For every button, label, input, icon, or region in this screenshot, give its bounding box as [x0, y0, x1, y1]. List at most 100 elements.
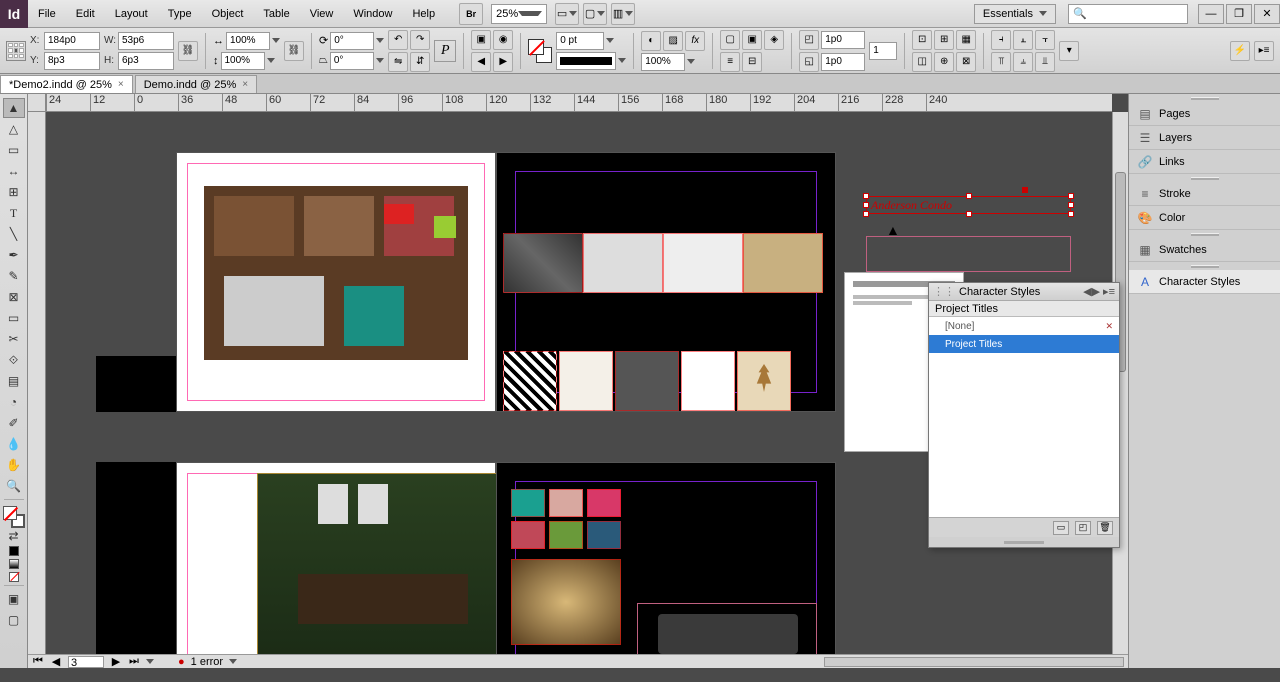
- fit-prop-button[interactable]: ◫: [912, 52, 932, 72]
- workspace-switcher[interactable]: Essentials: [974, 4, 1056, 24]
- preflight-status[interactable]: 1 error: [191, 656, 223, 668]
- effects-button[interactable]: ◐: [641, 31, 661, 51]
- panel-menu-button[interactable]: ▸≡: [1254, 41, 1274, 61]
- height-input[interactable]: 6p3: [118, 52, 174, 70]
- constrain-scale-icon[interactable]: ⛓: [284, 41, 304, 61]
- corner-size-input[interactable]: 1p0: [821, 31, 865, 49]
- stroke-style-combo[interactable]: [556, 52, 616, 70]
- align-right-button[interactable]: ⫟: [1035, 30, 1055, 50]
- horizontal-scrollbar[interactable]: [824, 657, 1124, 667]
- last-page-button[interactable]: ⏭: [128, 655, 140, 668]
- style-group-button[interactable]: ▭: [1053, 521, 1069, 535]
- rotate-ccw-button[interactable]: ↶: [388, 30, 408, 50]
- zoom-level-combo[interactable]: 25%: [491, 4, 547, 24]
- tab-demo2[interactable]: *Demo2.indd @ 25% ×: [0, 75, 133, 93]
- select-next-button[interactable]: ▶: [493, 52, 513, 72]
- pencil-tool[interactable]: ✎: [3, 266, 25, 286]
- direct-selection-tool[interactable]: △: [3, 119, 25, 139]
- ruler-origin[interactable]: [28, 94, 46, 112]
- first-page-button[interactable]: ⏮: [32, 655, 44, 668]
- x-position-input[interactable]: 184p0: [44, 32, 100, 50]
- menu-type[interactable]: Type: [158, 0, 202, 28]
- align-bottom-button[interactable]: ⫫: [1035, 52, 1055, 72]
- quick-apply-button[interactable]: ⚡: [1230, 41, 1250, 61]
- scissors-tool[interactable]: ✂: [3, 329, 25, 349]
- panel-character-styles[interactable]: ACharacter Styles: [1129, 270, 1280, 294]
- opacity-input[interactable]: 100%: [641, 53, 685, 71]
- normal-view-mode[interactable]: ▣: [3, 589, 25, 609]
- tab-demo[interactable]: Demo.indd @ 25% ×: [135, 75, 257, 93]
- panel-color[interactable]: 🎨Color: [1129, 206, 1280, 230]
- fit-content-button[interactable]: ⊡: [912, 30, 932, 50]
- corner-size-b-input[interactable]: 1p0: [821, 53, 865, 71]
- screen-mode-button[interactable]: ▢: [583, 3, 607, 25]
- selection-tool[interactable]: ▲: [3, 98, 25, 118]
- style-item-project-titles[interactable]: Project Titles: [929, 335, 1119, 353]
- hand-tool[interactable]: ✋: [3, 455, 25, 475]
- tab-close-icon[interactable]: ×: [242, 79, 248, 90]
- stroke-weight-input[interactable]: 0 pt: [556, 32, 604, 50]
- gap-tool[interactable]: ↔: [3, 161, 25, 181]
- select-prev-button[interactable]: ◀: [471, 52, 491, 72]
- auto-fit-button[interactable]: ⊠: [956, 52, 976, 72]
- panel-pages[interactable]: ▤Pages: [1129, 102, 1280, 126]
- wrap-jump-button[interactable]: ≡: [720, 52, 740, 72]
- style-item-none[interactable]: [None]: [929, 317, 1119, 335]
- text-frame[interactable]: [866, 236, 1071, 272]
- flip-h-button[interactable]: ⇋: [388, 52, 408, 72]
- menu-view[interactable]: View: [300, 0, 344, 28]
- pen-tool[interactable]: ✒: [3, 245, 25, 265]
- panel-stroke[interactable]: ≡Stroke: [1129, 182, 1280, 206]
- menu-table[interactable]: Table: [253, 0, 299, 28]
- preview-mode[interactable]: ▢: [3, 610, 25, 630]
- panel-layers[interactable]: ☰Layers: [1129, 126, 1280, 150]
- page-menu-button[interactable]: [146, 659, 154, 664]
- zoom-tool[interactable]: 🔍: [3, 476, 25, 496]
- y-position-input[interactable]: 8p3: [44, 52, 100, 70]
- menu-edit[interactable]: Edit: [66, 0, 105, 28]
- vertical-ruler[interactable]: [28, 112, 46, 654]
- restore-icon[interactable]: ❐: [1226, 4, 1252, 24]
- fit-frame-button[interactable]: ⊞: [934, 30, 954, 50]
- shear-input[interactable]: 0°: [330, 52, 374, 70]
- selected-text-frame[interactable]: Anderson Condo: [866, 196, 1071, 214]
- align-center-button[interactable]: ⫠: [1013, 30, 1033, 50]
- panel-header[interactable]: ⋮⋮ Character Styles ◀▶ ▸≡: [929, 283, 1119, 301]
- scale-x-input[interactable]: 100%: [226, 32, 270, 50]
- wrap-bbox-button[interactable]: ▣: [742, 30, 762, 50]
- apply-none-swatch[interactable]: [9, 572, 19, 582]
- width-input[interactable]: 53p6: [118, 32, 174, 50]
- flip-v-button[interactable]: ⇵: [410, 52, 430, 72]
- prev-page-button[interactable]: ◀: [50, 655, 62, 668]
- preflight-icon[interactable]: ●: [178, 656, 185, 668]
- rotate-cw-button[interactable]: ↷: [410, 30, 430, 50]
- drop-shadow-button[interactable]: ▨: [663, 31, 683, 51]
- rotate-input[interactable]: 0°: [330, 32, 374, 50]
- reference-point-picker[interactable]: [6, 41, 26, 61]
- panel-grip-icon[interactable]: ⋮⋮: [933, 285, 955, 298]
- fx-button[interactable]: fx: [685, 31, 705, 51]
- menu-help[interactable]: Help: [402, 0, 445, 28]
- columns-input[interactable]: 1: [869, 42, 897, 60]
- gradient-feather-tool[interactable]: ◔: [3, 392, 25, 412]
- arrange-button[interactable]: ▥: [611, 3, 635, 25]
- select-container-button[interactable]: ▣: [471, 30, 491, 50]
- panel-resize-grip[interactable]: [929, 537, 1119, 547]
- new-style-button[interactable]: ◰: [1075, 521, 1091, 535]
- character-styles-panel[interactable]: ⋮⋮ Character Styles ◀▶ ▸≡ Project Titles…: [928, 282, 1120, 548]
- align-to-combo[interactable]: ▾: [1059, 41, 1079, 61]
- line-tool[interactable]: ╲: [3, 224, 25, 244]
- menu-window[interactable]: Window: [343, 0, 402, 28]
- tab-close-icon[interactable]: ×: [118, 79, 124, 90]
- wrap-shape-button[interactable]: ◈: [764, 30, 784, 50]
- eyedropper-tool[interactable]: 💧: [3, 434, 25, 454]
- rectangle-tool[interactable]: ▭: [3, 308, 25, 328]
- corner-options-button[interactable]: ◰: [799, 30, 819, 50]
- menu-object[interactable]: Object: [202, 0, 254, 28]
- panel-swatches[interactable]: ▦Swatches: [1129, 238, 1280, 262]
- bridge-button[interactable]: Br: [459, 3, 483, 25]
- next-page-button[interactable]: ▶: [110, 655, 122, 668]
- menu-file[interactable]: File: [28, 0, 66, 28]
- corner-options-b-button[interactable]: ◱: [799, 52, 819, 72]
- align-top-button[interactable]: ⫪: [991, 52, 1011, 72]
